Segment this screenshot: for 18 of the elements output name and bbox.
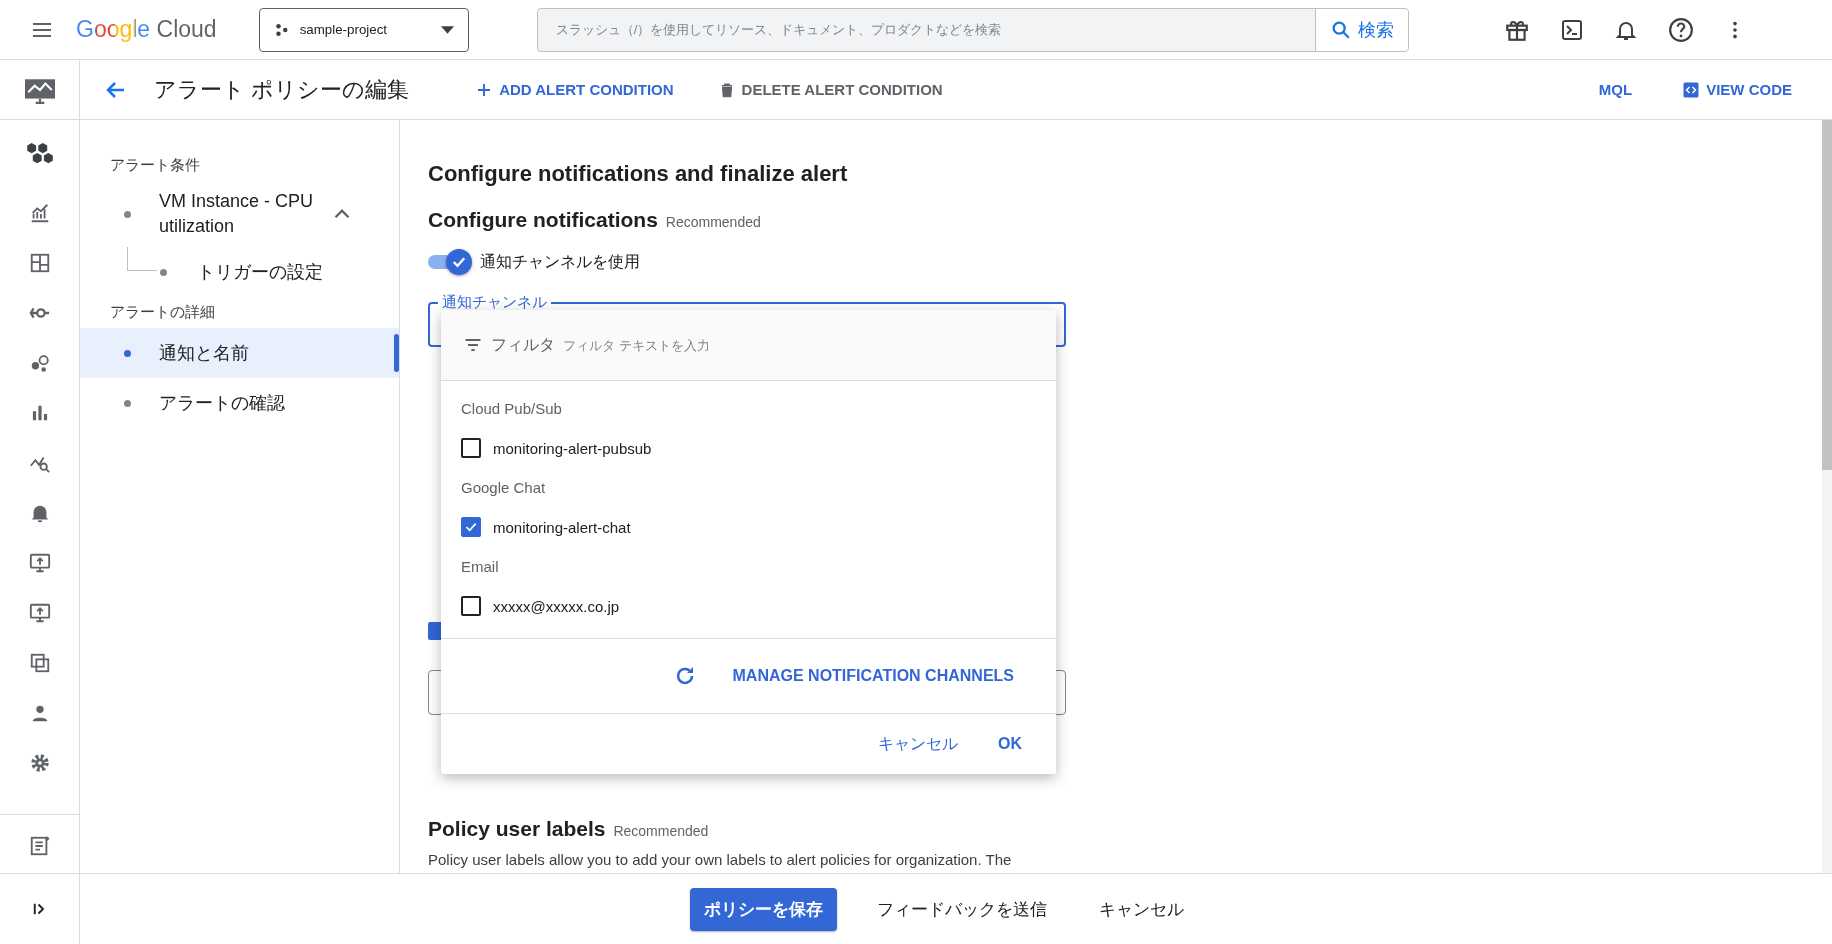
recommended-label: Recommended bbox=[665, 213, 761, 232]
recommended-label: Recommended bbox=[613, 822, 709, 841]
page-heading: Configure notifications and finalize alert bbox=[428, 160, 848, 188]
field-label: 通知チャンネル bbox=[438, 293, 551, 311]
group-heading: Google Chat bbox=[461, 478, 547, 498]
section-heading: アラートの詳細 bbox=[109, 302, 216, 322]
group-heading: Cloud Pub/Sub bbox=[461, 399, 563, 419]
channel-label: monitoring-alert-chat bbox=[493, 518, 631, 536]
toggle-label: 通知チャンネルを使用 bbox=[480, 251, 640, 272]
section-heading: Policy user labels bbox=[428, 816, 606, 842]
section-heading: Configure notifications bbox=[428, 207, 658, 233]
page-title: アラート ポリシーの編集 bbox=[154, 75, 410, 104]
group-heading: Email bbox=[461, 557, 500, 577]
channel-label: monitoring-alert-pubsub bbox=[493, 439, 652, 457]
channel-label: xxxxx@xxxxx.co.jp bbox=[493, 597, 620, 615]
section-heading: アラート条件 bbox=[109, 155, 201, 175]
filter-label: フィルタ bbox=[491, 334, 555, 355]
section-description: Policy user labels allow you to add your own labels to alert policies for organization. The bbox=[428, 851, 1012, 869]
